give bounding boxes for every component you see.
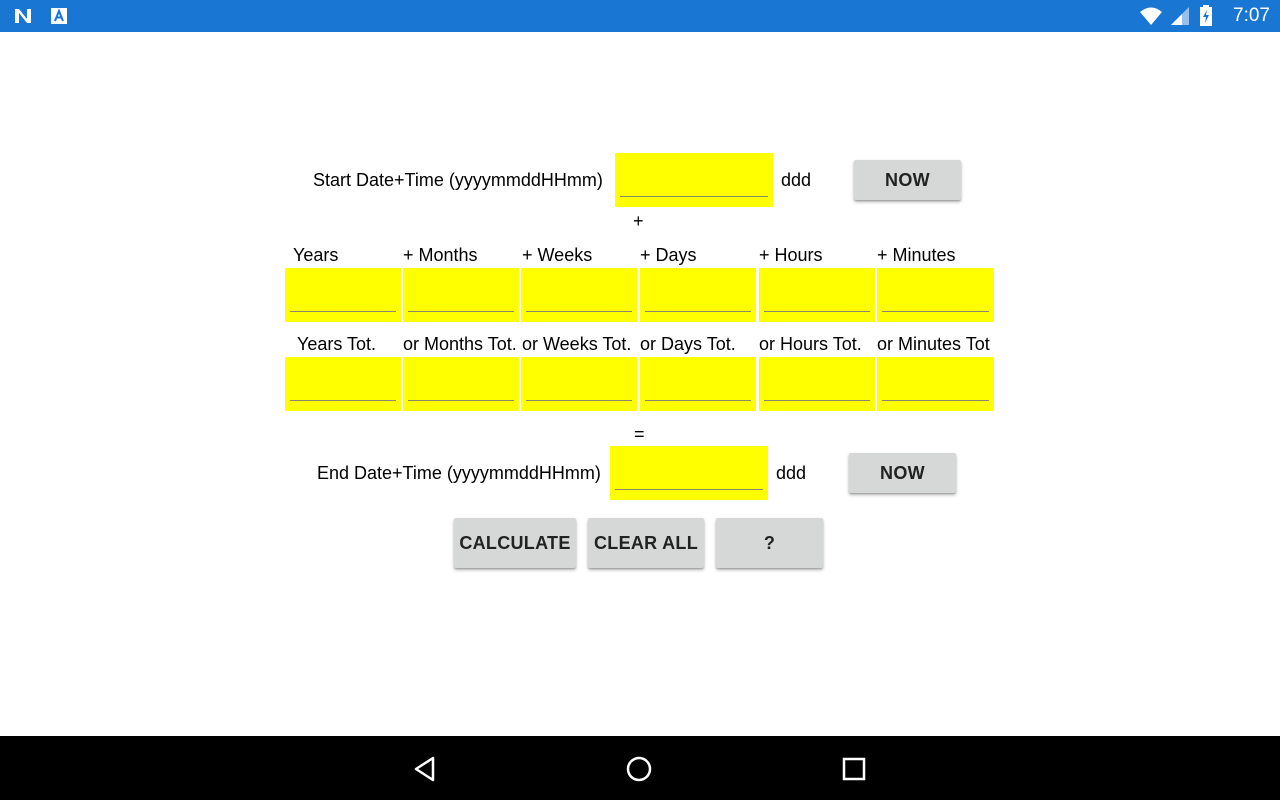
minutes-total-header: or Minutes Tot <box>877 334 990 354</box>
plus-symbol: + <box>633 211 644 231</box>
months-total-header: or Months Tot. <box>403 334 517 354</box>
help-button[interactable]: ? <box>716 518 823 568</box>
months-field[interactable] <box>403 268 519 322</box>
minutes-total-input[interactable] <box>877 357 994 411</box>
end-datetime-input[interactable] <box>610 446 768 500</box>
minutes-input[interactable] <box>877 268 994 322</box>
accessibility-a-icon <box>48 5 70 27</box>
months-input[interactable] <box>403 268 519 322</box>
battery-charging-icon <box>1199 5 1221 27</box>
years-total-header: Years Tot. <box>297 334 377 354</box>
end-datetime-label: End Date+Time (yyyymmddHHmm) <box>317 463 601 483</box>
equals-symbol: = <box>634 424 645 444</box>
days-total-input[interactable] <box>640 357 756 411</box>
minutes-field[interactable] <box>877 268 994 322</box>
end-datetime-field[interactable] <box>610 446 768 500</box>
months-header: + Months <box>403 245 478 265</box>
years-header: Years <box>293 245 339 265</box>
weeks-header: + Weeks <box>522 245 593 265</box>
years-input[interactable] <box>285 268 401 322</box>
weeks-total-input[interactable] <box>521 357 637 411</box>
minutes-total-field[interactable] <box>877 357 994 411</box>
hours-total-input[interactable] <box>759 357 875 411</box>
weeks-total-header: or Weeks Tot. <box>522 334 632 354</box>
clock: 7:07 <box>1233 5 1270 26</box>
start-now-button[interactable]: NOW <box>854 160 961 200</box>
signal-icon <box>1169 5 1191 27</box>
days-field[interactable] <box>640 268 756 322</box>
months-total-field[interactable] <box>403 357 519 411</box>
start-datetime-label: Start Date+Time (yyyymmddHHmm) <box>313 170 603 190</box>
years-field[interactable] <box>285 268 401 322</box>
back-icon[interactable] <box>410 754 440 784</box>
hours-total-header: or Hours Tot. <box>759 334 862 354</box>
home-icon[interactable] <box>624 754 654 784</box>
recents-icon[interactable] <box>839 754 869 784</box>
hours-header: + Hours <box>759 245 823 265</box>
start-datetime-field[interactable] <box>615 153 773 207</box>
weeks-total-field[interactable] <box>521 357 637 411</box>
years-total-field[interactable] <box>285 357 401 411</box>
calculate-button[interactable]: CALCULATE <box>454 518 576 568</box>
hours-input[interactable] <box>759 268 875 322</box>
notification-n-icon <box>12 5 34 27</box>
days-input[interactable] <box>640 268 756 322</box>
days-header: + Days <box>640 245 697 265</box>
start-datetime-input[interactable] <box>615 153 773 207</box>
end-now-button[interactable]: NOW <box>849 453 956 493</box>
hours-total-field[interactable] <box>759 357 875 411</box>
years-total-input[interactable] <box>285 357 401 411</box>
months-total-input[interactable] <box>403 357 519 411</box>
minutes-header: + Minutes <box>877 245 956 265</box>
days-total-header: or Days Tot. <box>640 334 736 354</box>
days-total-field[interactable] <box>640 357 756 411</box>
end-day-label: ddd <box>776 463 807 483</box>
clear-all-button[interactable]: CLEAR ALL <box>588 518 704 568</box>
hours-field[interactable] <box>759 268 875 322</box>
navigation-bar <box>0 736 1280 800</box>
weeks-input[interactable] <box>521 268 637 322</box>
start-day-label: ddd <box>781 170 812 190</box>
status-bar: 7:07 <box>0 0 1280 32</box>
weeks-field[interactable] <box>521 268 637 322</box>
wifi-icon <box>1139 5 1163 27</box>
